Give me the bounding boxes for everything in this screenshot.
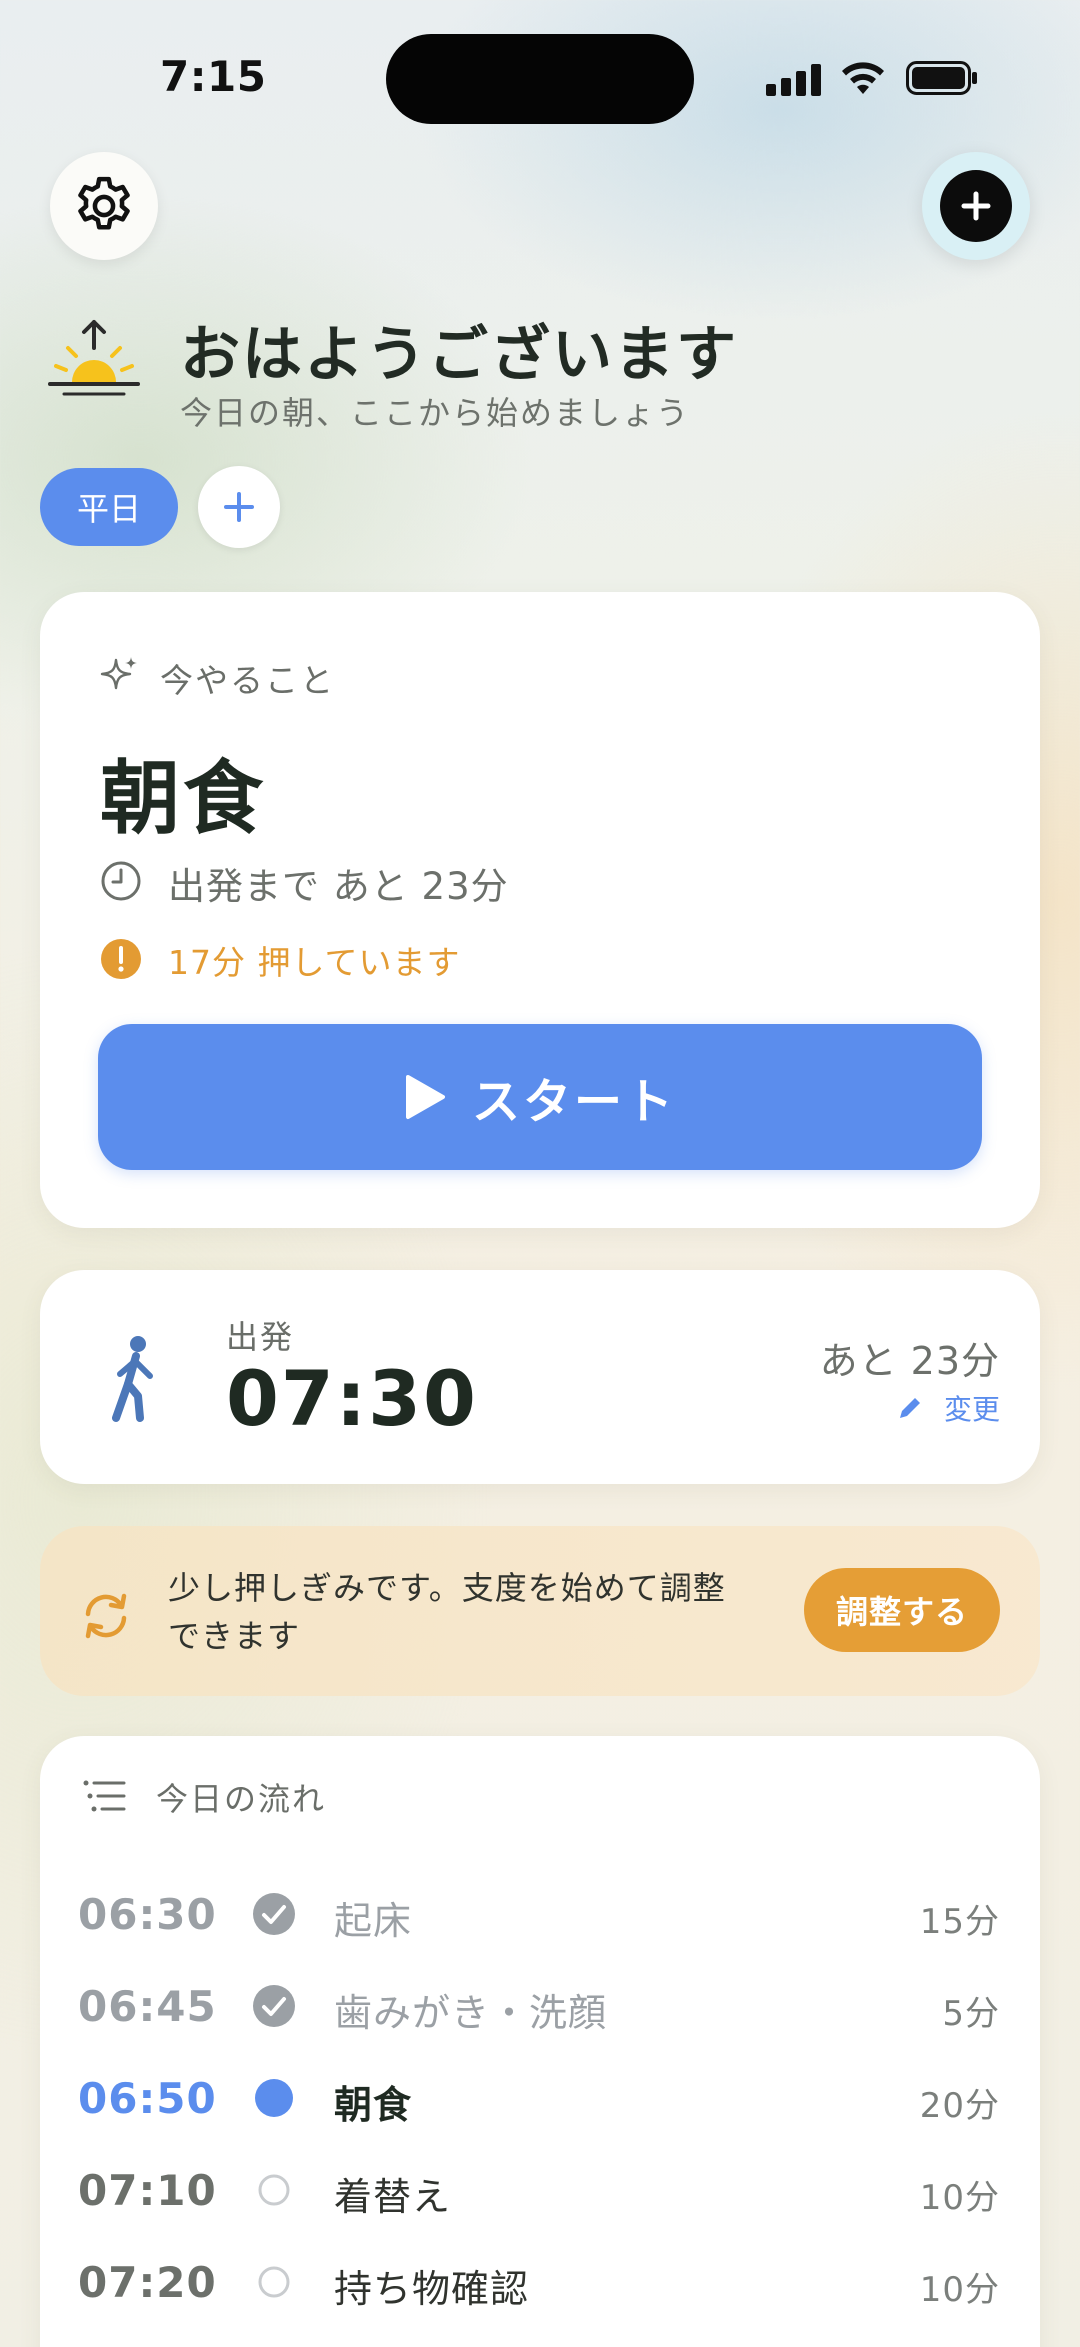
flow-item[interactable]: 07:10 着替え 10分 — [40, 2144, 1040, 2236]
wifi-icon — [842, 62, 884, 94]
plus-icon — [224, 492, 254, 522]
notice-text: 少し押しぎみです。支度を始めて調整できます — [168, 1569, 726, 1655]
greeting-subtitle: 今日の朝、ここから始めましょう — [180, 394, 691, 432]
refresh-icon — [85, 1593, 127, 1639]
flow-item-duration: 10分 — [919, 2270, 1000, 2310]
flow-item-duration: 20分 — [919, 2086, 1000, 2126]
current-task-title: 朝食 — [100, 752, 266, 845]
plus-circle-icon — [940, 170, 1012, 242]
walking-person-icon — [112, 1336, 153, 1422]
exclamation-icon — [101, 939, 141, 979]
start-button[interactable]: スタート — [98, 1024, 982, 1170]
current-task-label: 今やること — [160, 661, 335, 700]
add-routine-button[interactable] — [922, 152, 1030, 260]
flow-item-duration: 10分 — [919, 2178, 1000, 2218]
schedule-notice: 少し押しぎみです。支度を始めて調整できます 調整する — [40, 1526, 1040, 1696]
settings-button[interactable] — [50, 152, 158, 260]
departure-time: 07:30 — [226, 1354, 478, 1443]
departure-edit-label: 変更 — [943, 1393, 1000, 1426]
flow-item-name: 起床 — [334, 1899, 413, 1943]
adjust-button[interactable]: 調整する — [804, 1568, 1000, 1652]
clock-icon — [101, 861, 141, 901]
flow-item-name: 歯みがき・洗顔 — [334, 1991, 608, 2035]
flow-item-name: 朝食 — [334, 2083, 413, 2127]
play-icon — [405, 1075, 445, 1119]
flow-item-time: 07:10 — [78, 2166, 217, 2215]
late-notice: 17分 押しています — [168, 943, 461, 982]
sunrise-icon — [48, 320, 140, 396]
flow-item[interactable]: 06:45 歯みがき・洗顔 5分 — [40, 1960, 1040, 2052]
add-routine-chip-button[interactable] — [198, 466, 280, 548]
empty-circle-icon — [252, 2168, 296, 2212]
flow-item-duration: 15分 — [919, 1902, 1000, 1942]
greeting-title: おはようございます — [180, 320, 738, 390]
today-flow-title: 今日の流れ — [156, 1780, 327, 1818]
current-task-card: 今やること 朝食 出発まで あと 23分 17分 押しています スタート — [40, 592, 1040, 1228]
departure-label: 出発 — [226, 1318, 295, 1356]
departure-card: 出発 07:30 あと 23分 変更 — [40, 1270, 1040, 1484]
flow-item-time: 06:50 — [78, 2074, 217, 2123]
start-button-label: スタート — [471, 1074, 676, 1130]
flow-item[interactable]: 06:50 朝食 20分 — [40, 2052, 1040, 2144]
check-circle-icon — [252, 1892, 296, 1936]
cellular-signal-icon — [766, 62, 822, 96]
today-flow-card: 今日の流れ 06:30 起床 15分 06:45 歯みがき・洗顔 5分 06:50 朝食 20分… — [40, 1736, 1040, 2347]
check-circle-icon — [252, 1984, 296, 2028]
flow-item-time: 06:45 — [78, 1982, 217, 2031]
sparkle-icon — [100, 657, 137, 690]
empty-circle-icon — [252, 2260, 296, 2304]
flow-item-time: 07:20 — [78, 2258, 217, 2307]
battery-icon — [906, 61, 977, 95]
flow-item-time: 06:30 — [78, 1890, 217, 1939]
routine-chip-weekday[interactable]: 平日 — [40, 468, 178, 546]
time-until-departure: 出発まで あと 23分 — [168, 865, 509, 908]
departure-remaining: あと 23分 — [819, 1339, 1000, 1383]
flow-item-name: 着替え — [334, 2175, 452, 2219]
dynamic-island — [386, 34, 694, 124]
flow-item-duration: 5分 — [942, 1994, 1000, 2034]
flow-item-name: 持ち物確認 — [334, 2267, 530, 2311]
flow-item[interactable]: 06:30 起床 15分 — [40, 1868, 1040, 1960]
gear-icon — [78, 176, 130, 230]
departure-edit-button[interactable]: 変更 — [896, 1388, 1000, 1428]
current-dot-icon — [252, 2076, 296, 2120]
pencil-icon — [899, 1398, 920, 1418]
status-time: 7:15 — [160, 52, 267, 101]
list-icon — [83, 1780, 126, 1812]
flow-item[interactable]: 07:20 持ち物確認 10分 — [40, 2236, 1040, 2328]
